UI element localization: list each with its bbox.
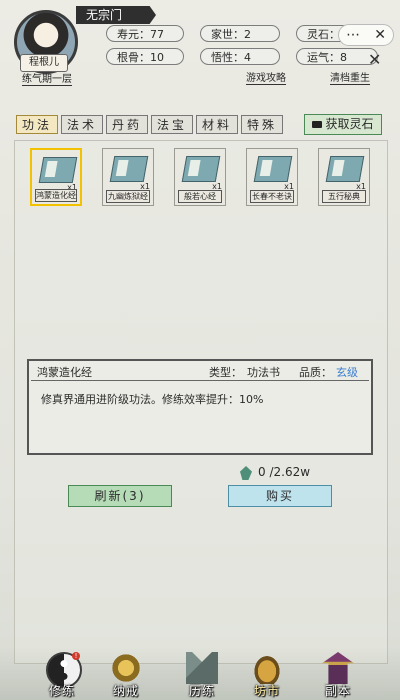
item-slot[interactable]: x1 般若心经 (174, 148, 226, 206)
nav-ring[interactable]: 纳戒 (96, 652, 156, 700)
item-detail-box: 鸿蒙造化经 类型： 功法书 品质： 玄级 修真界通用进阶级功法。修练效率提升：1… (27, 359, 373, 455)
detail-quality-label: 品质： (299, 366, 332, 379)
detail-type-label: 类型： (209, 366, 242, 379)
refresh-button[interactable]: 刷新(3) (68, 485, 172, 507)
tab-fashu[interactable]: 法术 (61, 115, 103, 134)
get-spirit-stone-button[interactable]: 获取灵石 (304, 114, 382, 135)
nav-label: 历练 (188, 684, 215, 698)
stat-root-bone: 根骨：10 (106, 48, 184, 65)
more-icon[interactable]: ⋯ (346, 27, 360, 43)
get-spirit-stone-label: 获取灵石 (325, 117, 374, 131)
book-icon (253, 156, 293, 182)
buy-button[interactable]: 购买 (228, 485, 332, 507)
stat-lifespan: 寿元：77 (106, 25, 184, 42)
detail-title: 鸿蒙造化经 (37, 366, 92, 381)
nav-dungeon[interactable]: 副本 (308, 652, 368, 700)
item-name: 鸿蒙造化经 (35, 189, 77, 202)
item-name: 五行秘典 (322, 190, 366, 203)
ring-icon (110, 652, 142, 684)
tab-fabao[interactable]: 法宝 (151, 115, 193, 134)
item-name: 九幽炼狱经 (106, 190, 150, 203)
nav-training[interactable]: 历练 (172, 652, 232, 700)
mountain-icon (186, 652, 218, 684)
cultivation-realm: 练气期一层 (22, 70, 72, 86)
item-slot[interactable]: x1 长春不老诀 (246, 148, 298, 206)
nav-label: 纳戒 (112, 684, 139, 698)
notification-badge: ! (72, 652, 80, 660)
item-slot[interactable]: x1 九幽炼狱经 (102, 148, 154, 206)
item-slot[interactable]: x1 鸿蒙造化经 (30, 148, 82, 206)
tab-danyao[interactable]: 丹药 (106, 115, 148, 134)
detail-type-value: 功法书 (247, 366, 280, 381)
detail-description: 修真界通用进阶级功法。修练效率提升：10% (41, 393, 264, 406)
item-name: 长春不老诀 (250, 190, 294, 203)
book-icon (109, 156, 149, 182)
video-icon (312, 121, 323, 128)
stat-comprehension: 悟性：4 (200, 48, 280, 65)
nav-label: 坊市 (253, 684, 280, 698)
pagoda-icon (322, 652, 354, 684)
book-icon (38, 157, 78, 183)
book-icon (181, 156, 221, 182)
item-slot[interactable]: x1 五行秘典 (318, 148, 370, 206)
stat-family: 家世：2 (200, 25, 280, 42)
nav-label: 修练 (48, 684, 75, 698)
reset-save-link[interactable]: 清档重生 (330, 69, 370, 85)
nav-market[interactable]: 坊市 (237, 652, 297, 700)
price-text: 0 /2.62w (258, 465, 311, 479)
mini-menu-pill[interactable]: ⋯ ✕ (338, 24, 394, 46)
nav-label: 副本 (324, 684, 351, 698)
game-guide-link[interactable]: 游戏攻略 (246, 69, 286, 85)
cauldron-icon (251, 652, 283, 684)
close-icon[interactable]: ✕ (374, 27, 386, 43)
book-icon (325, 156, 365, 182)
tab-teshu[interactable]: 特殊 (241, 115, 283, 134)
nav-cultivate[interactable]: ! 修练 (32, 652, 92, 700)
item-name: 般若心经 (178, 190, 222, 203)
stat-luck: 运气：8 (296, 48, 378, 65)
sect-label: 无宗门 (76, 6, 156, 24)
detail-divider (31, 380, 369, 381)
tab-cailiao[interactable]: 材料 (196, 115, 238, 134)
detail-quality-value: 玄级 (336, 366, 358, 381)
tab-gongfa[interactable]: 功法 (16, 115, 58, 134)
close-icon[interactable]: ✕ (368, 50, 381, 69)
